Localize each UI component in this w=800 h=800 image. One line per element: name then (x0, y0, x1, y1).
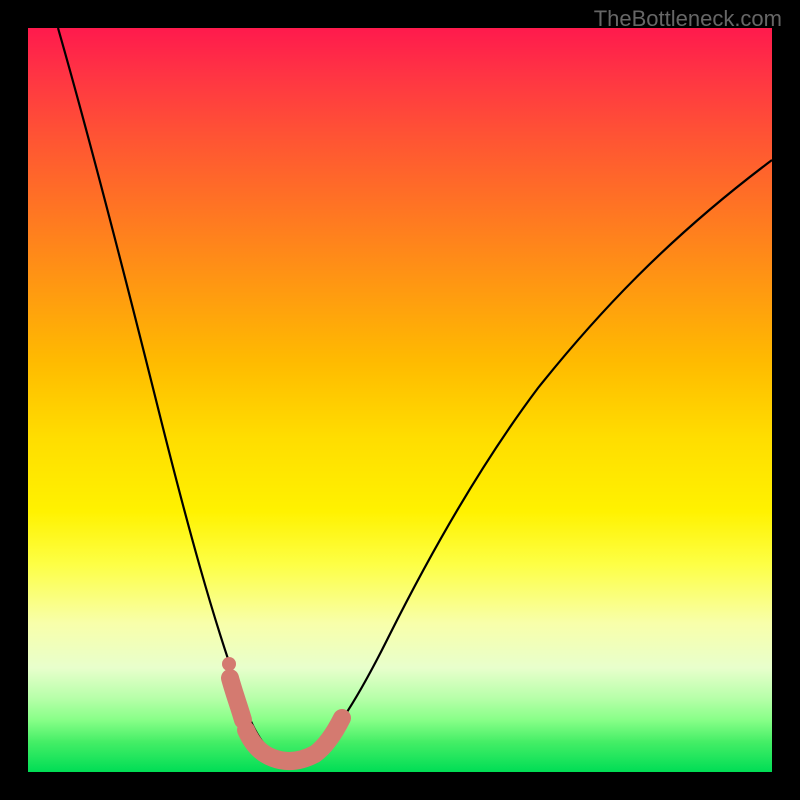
watermark-text: TheBottleneck.com (594, 6, 782, 32)
highlight-dot (222, 657, 236, 671)
plot-area (28, 28, 772, 772)
highlight-segment (230, 678, 342, 761)
bottleneck-curve-svg (28, 28, 772, 772)
bottleneck-curve-line (58, 28, 772, 759)
